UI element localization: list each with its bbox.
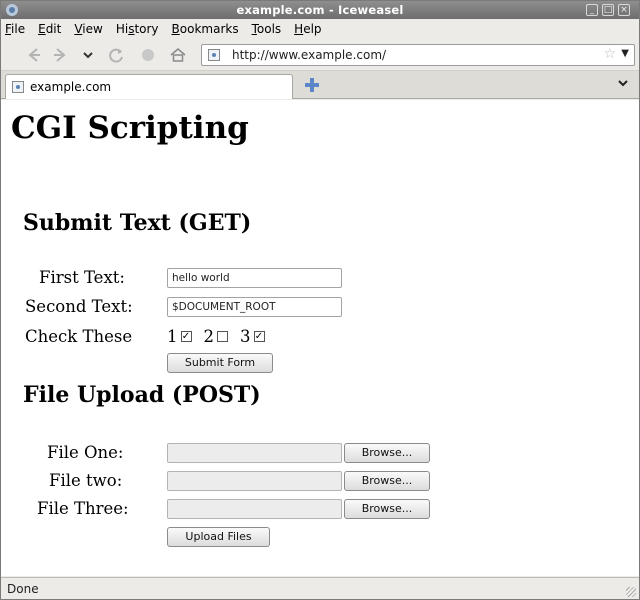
file-three-row: File Three: Browse... [1,499,461,523]
menu-file[interactable]: File [5,22,25,36]
first-text-input[interactable]: hello world [167,268,342,288]
upload-files-button[interactable]: Upload Files [167,527,270,547]
checkbox-option-1: 1 ✓ [167,327,192,346]
menu-bookmarks[interactable]: Bookmarks [172,22,239,36]
close-icon[interactable]: × [618,4,630,16]
menu-tools[interactable]: Tools [252,22,282,36]
file-one-input[interactable] [167,443,342,463]
file-two-browse-button[interactable]: Browse... [344,471,430,491]
checkbox-option-2: 2 [203,327,228,346]
checkbox-1[interactable]: ✓ [180,331,192,342]
check-row: Check These 1 ✓ 2 3 ✓ [1,327,461,351]
url-dropdown-icon[interactable]: ▼ [621,48,629,59]
file-one-row: File One: Browse... [1,443,461,467]
maximize-icon[interactable]: □ [602,4,614,16]
tab-favicon-icon [12,81,24,93]
checkbox-1-label: 1 [167,327,178,346]
file-two-input[interactable] [167,471,342,491]
tab-list-dropdown-icon[interactable] [617,77,629,91]
second-text-label: Second Text: [25,297,133,316]
url-text[interactable]: http://www.example.com/ [232,48,386,62]
file-two-label: File two: [49,471,123,490]
first-text-row: First Text: hello world [1,268,461,292]
file-one-label: File One: [47,443,124,462]
url-bar[interactable]: http://www.example.com/ ☆ ▼ [201,44,635,66]
page-title: CGI Scripting [11,110,249,146]
file-three-label: File Three: [37,499,129,518]
status-bar: Done [1,577,639,599]
file-three-browse-button[interactable]: Browse... [344,499,430,519]
get-section-heading: Submit Text (GET) [23,210,252,236]
tab-label: example.com [30,80,112,94]
site-favicon-icon [208,49,220,61]
home-icon[interactable] [167,45,189,65]
new-tab-icon[interactable] [303,76,321,94]
tab-strip: example.com [1,71,639,99]
check-label: Check These [25,327,133,346]
history-dropdown-icon[interactable] [81,45,95,65]
menu-help[interactable]: Help [294,22,321,36]
checkbox-group: 1 ✓ 2 3 ✓ [167,327,277,346]
second-text-input[interactable]: $DOCUMENT_ROOT [167,297,342,317]
window-title: example.com - Iceweasel [236,3,404,17]
file-one-browse-button[interactable]: Browse... [344,443,430,463]
page-content: CGI Scripting Submit Text (GET) First Te… [1,100,639,576]
browser-window: example.com - Iceweasel _ □ × File Edit … [0,0,640,600]
minimize-icon[interactable]: _ [586,4,598,16]
resize-grip-icon[interactable] [626,587,636,597]
menu-bar: File Edit View History Bookmarks Tools H… [1,19,639,39]
submit-form-button[interactable]: Submit Form [167,353,273,373]
forward-icon[interactable] [49,45,71,65]
second-text-row: Second Text: $DOCUMENT_ROOT [1,297,461,321]
post-section-heading: File Upload (POST) [23,382,261,408]
reload-icon[interactable] [106,45,128,65]
menu-history[interactable]: History [116,22,159,36]
checkbox-3-label: 3 [240,327,251,346]
menu-edit[interactable]: Edit [38,22,61,36]
checkbox-2[interactable] [217,331,228,342]
menu-view[interactable]: View [74,22,102,36]
bookmark-star-icon[interactable]: ☆ [603,46,616,62]
status-text: Done [7,582,39,596]
checkbox-2-label: 2 [203,327,215,346]
checkbox-option-3: 3 ✓ [240,327,265,346]
checkbox-3[interactable]: ✓ [253,331,265,342]
tab-example-com[interactable]: example.com [5,74,293,99]
file-two-row: File two: Browse... [1,471,461,495]
file-three-input[interactable] [167,499,342,519]
back-icon[interactable] [23,45,45,65]
stop-icon[interactable] [137,45,159,65]
navigation-toolbar: http://www.example.com/ ☆ ▼ [1,39,639,71]
first-text-label: First Text: [39,268,125,287]
title-bar: example.com - Iceweasel _ □ × [1,1,639,19]
